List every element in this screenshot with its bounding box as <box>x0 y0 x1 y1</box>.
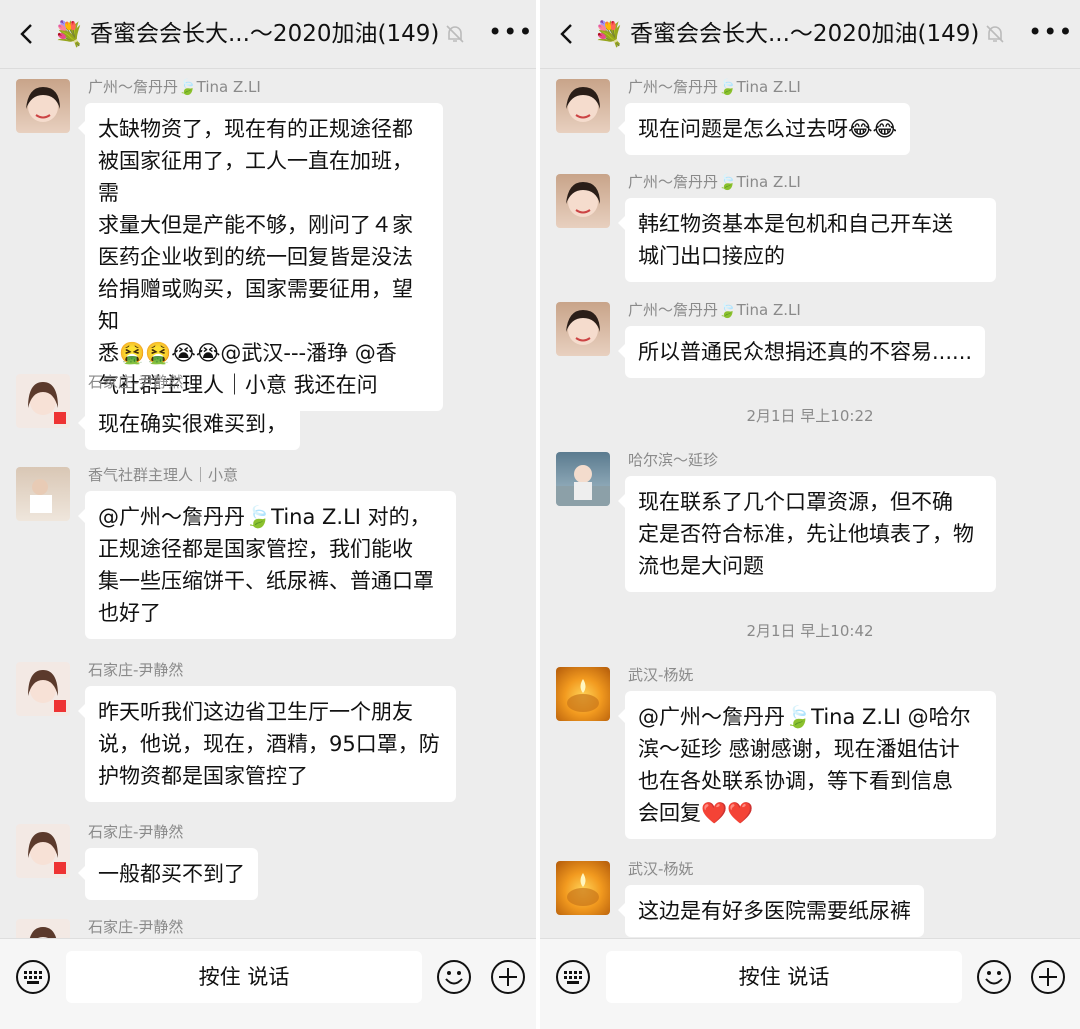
mute-bell-icon <box>446 25 464 43</box>
message-line: 现在确实很难买到， <box>98 412 287 436</box>
message-bubble[interactable]: @广州～詹丹丹🍃Tina Z.LI 对的， 正规途径都是国家管控，我们能收 集一… <box>78 491 456 639</box>
avatar[interactable] <box>16 824 70 878</box>
chat-title: 香蜜会会长大...～2020加油(149) <box>90 21 440 47</box>
flower-emoji-icon: 💐 <box>54 20 84 48</box>
sender-name: 广州～詹丹丹🍃Tina Z.LI <box>88 78 261 96</box>
message-line: 滨～延珍 感谢感谢，现在潘姐估计 <box>638 737 960 761</box>
message-line: 这边是有好多医院需要纸尿裤 <box>638 899 911 923</box>
message-line: 昨天听我们这边省卫生厅一个朋友 <box>98 700 413 724</box>
hold-to-talk-button[interactable]: 按住 说话 <box>66 951 422 1003</box>
avatar[interactable] <box>556 667 610 721</box>
message-line: 会回复❤️❤️ <box>638 801 754 825</box>
message-bubble[interactable]: 现在问题是怎么过去呀😂😂 <box>617 103 911 155</box>
sender-name: 武汉-杨妩 <box>628 666 694 684</box>
message-line: 现在问题是怎么过去呀😂😂 <box>638 117 898 141</box>
message-line: 正规途径都是国家管控，我们能收 <box>98 537 413 561</box>
message-line: 城门出口接应的 <box>638 244 785 268</box>
sender-name: 广州～詹丹丹🍃Tina Z.LI <box>628 78 801 96</box>
message-line: @广州～詹丹丹🍃Tina Z.LI @哈尔 <box>638 705 971 729</box>
sender-name: 广州～詹丹丹🍃Tina Z.LI <box>628 173 801 191</box>
message-list: 广州～詹丹丹🍃Tina Z.LI 现在问题是怎么过去呀😂😂 广州～詹丹丹🍃Tin… <box>540 69 1080 938</box>
plus-icon[interactable] <box>490 959 526 995</box>
message-line: 也好了 <box>98 601 161 625</box>
sender-name: 香气社群主理人｜小意 <box>88 466 239 484</box>
sender-name: 石家庄-尹静然 <box>88 918 184 936</box>
message-line: 悉🤮🤮😭😭@武汉---潘琤 @香 <box>98 341 397 365</box>
mute-bell-icon <box>986 25 1004 43</box>
message-bubble[interactable]: 所以普通民众想捐还真的不容易...... <box>617 326 986 378</box>
back-arrow-icon[interactable] <box>556 22 580 46</box>
message-bubble[interactable]: @广州～詹丹丹🍃Tina Z.LI @哈尔 滨～延珍 感谢感谢，现在潘姐估计 也… <box>618 691 996 839</box>
message-bubble[interactable]: 一般都买不到了 <box>78 848 258 900</box>
message-line: 也在各处联系协调，等下看到信息 <box>638 769 953 793</box>
top-bar: 💐 香蜜会会长大...～2020加油(149) ••• <box>540 0 1080 69</box>
timestamp: 2月1日 早上10:22 <box>746 407 874 425</box>
keyboard-icon[interactable] <box>15 959 51 995</box>
input-bar: 按住 说话 <box>540 938 1080 1029</box>
message-line: 韩红物资基本是包机和自己开车送 <box>638 212 953 236</box>
message-line: 定是否符合标准，先让他填表了，物 <box>638 522 974 546</box>
avatar[interactable] <box>556 79 610 133</box>
message-line: 求量大但是产能不够，刚问了４家 <box>98 213 413 237</box>
message-bubble[interactable]: 现在联系了几个口罩资源，但不确 定是否符合标准，先让他填表了，物 流也是大问题 <box>618 476 996 592</box>
message-bubble[interactable]: 韩红物资基本是包机和自己开车送 城门出口接应的 <box>618 198 996 282</box>
message-bubble[interactable]: 现在确实很难买到， <box>78 398 300 450</box>
sender-name: 广州～詹丹丹🍃Tina Z.LI <box>628 301 801 319</box>
top-bar: 💐 香蜜会会长大...～2020加油(149) ••• <box>0 0 536 69</box>
emoji-icon[interactable] <box>436 959 472 995</box>
back-arrow-icon[interactable] <box>16 22 40 46</box>
two-screenshot-compare: 💐 香蜜会会长大...～2020加油(149) ••• 广州～詹丹丹🍃Tina … <box>0 0 1080 1029</box>
more-icon[interactable]: ••• <box>488 20 533 44</box>
message-bubble[interactable]: 昨天听我们这边省卫生厅一个朋友 说，他说，现在，酒精，95口罩，防 护物资都是国… <box>78 686 456 802</box>
message-line: 说，他说，现在，酒精，95口罩，防 <box>98 732 440 756</box>
message-line: 被国家征用了，工人一直在加班，需 <box>98 149 413 205</box>
sender-name: 石家庄-尹静然 <box>88 373 184 391</box>
message-line: 一般都买不到了 <box>98 862 245 886</box>
message-bubble[interactable]: 太缺物资了，现在有的正规途径都 被国家征用了，工人一直在加班，需 求量大但是产能… <box>78 103 443 411</box>
message-bubble[interactable]: 这边是有好多医院需要纸尿裤 <box>618 885 924 937</box>
input-bar: 按住 说话 <box>0 938 536 1029</box>
message-line: 给捐赠或购买，国家需要征用，望知 <box>98 277 413 333</box>
message-line: 集一些压缩饼干、纸尿裤、普通口罩 <box>98 569 434 593</box>
right-chat-screen: 💐 香蜜会会长大...～2020加油(149) ••• 广州～詹丹丹🍃Tina … <box>540 0 1080 1029</box>
avatar[interactable] <box>556 174 610 228</box>
avatar[interactable] <box>16 79 70 133</box>
avatar[interactable] <box>16 662 70 716</box>
message-line: 所以普通民众想捐还真的不容易...... <box>638 340 973 364</box>
sender-name: 哈尔滨～延珍 <box>628 451 719 469</box>
message-line: 医药企业收到的统一回复皆是没法 <box>98 245 413 269</box>
sender-name: 石家庄-尹静然 <box>88 661 184 679</box>
plus-icon[interactable] <box>1030 959 1066 995</box>
avatar[interactable] <box>556 452 610 506</box>
message-line: 太缺物资了，现在有的正规途径都 <box>98 117 413 141</box>
hold-to-talk-button[interactable]: 按住 说话 <box>606 951 962 1003</box>
avatar[interactable] <box>16 467 70 521</box>
sender-name: 武汉-杨妩 <box>628 860 694 878</box>
message-line: 现在联系了几个口罩资源，但不确 <box>638 490 953 514</box>
avatar[interactable] <box>556 302 610 356</box>
message-line: @广州～詹丹丹🍃Tina Z.LI 对的， <box>98 505 431 529</box>
message-line: 流也是大问题 <box>638 554 764 578</box>
chat-title: 香蜜会会长大...～2020加油(149) <box>630 21 980 47</box>
message-list: 广州～詹丹丹🍃Tina Z.LI 太缺物资了，现在有的正规途径都 被国家征用了，… <box>0 69 536 938</box>
avatar[interactable] <box>556 861 610 915</box>
flower-emoji-icon: 💐 <box>594 20 624 48</box>
timestamp: 2月1日 早上10:42 <box>746 622 874 640</box>
avatar[interactable] <box>16 374 70 428</box>
emoji-icon[interactable] <box>976 959 1012 995</box>
message-line: 护物资都是国家管控了 <box>98 764 308 788</box>
left-chat-screen: 💐 香蜜会会长大...～2020加油(149) ••• 广州～詹丹丹🍃Tina … <box>0 0 536 1029</box>
sender-name: 石家庄-尹静然 <box>88 823 184 841</box>
avatar[interactable] <box>16 919 70 938</box>
keyboard-icon[interactable] <box>555 959 591 995</box>
more-icon[interactable]: ••• <box>1028 20 1073 44</box>
